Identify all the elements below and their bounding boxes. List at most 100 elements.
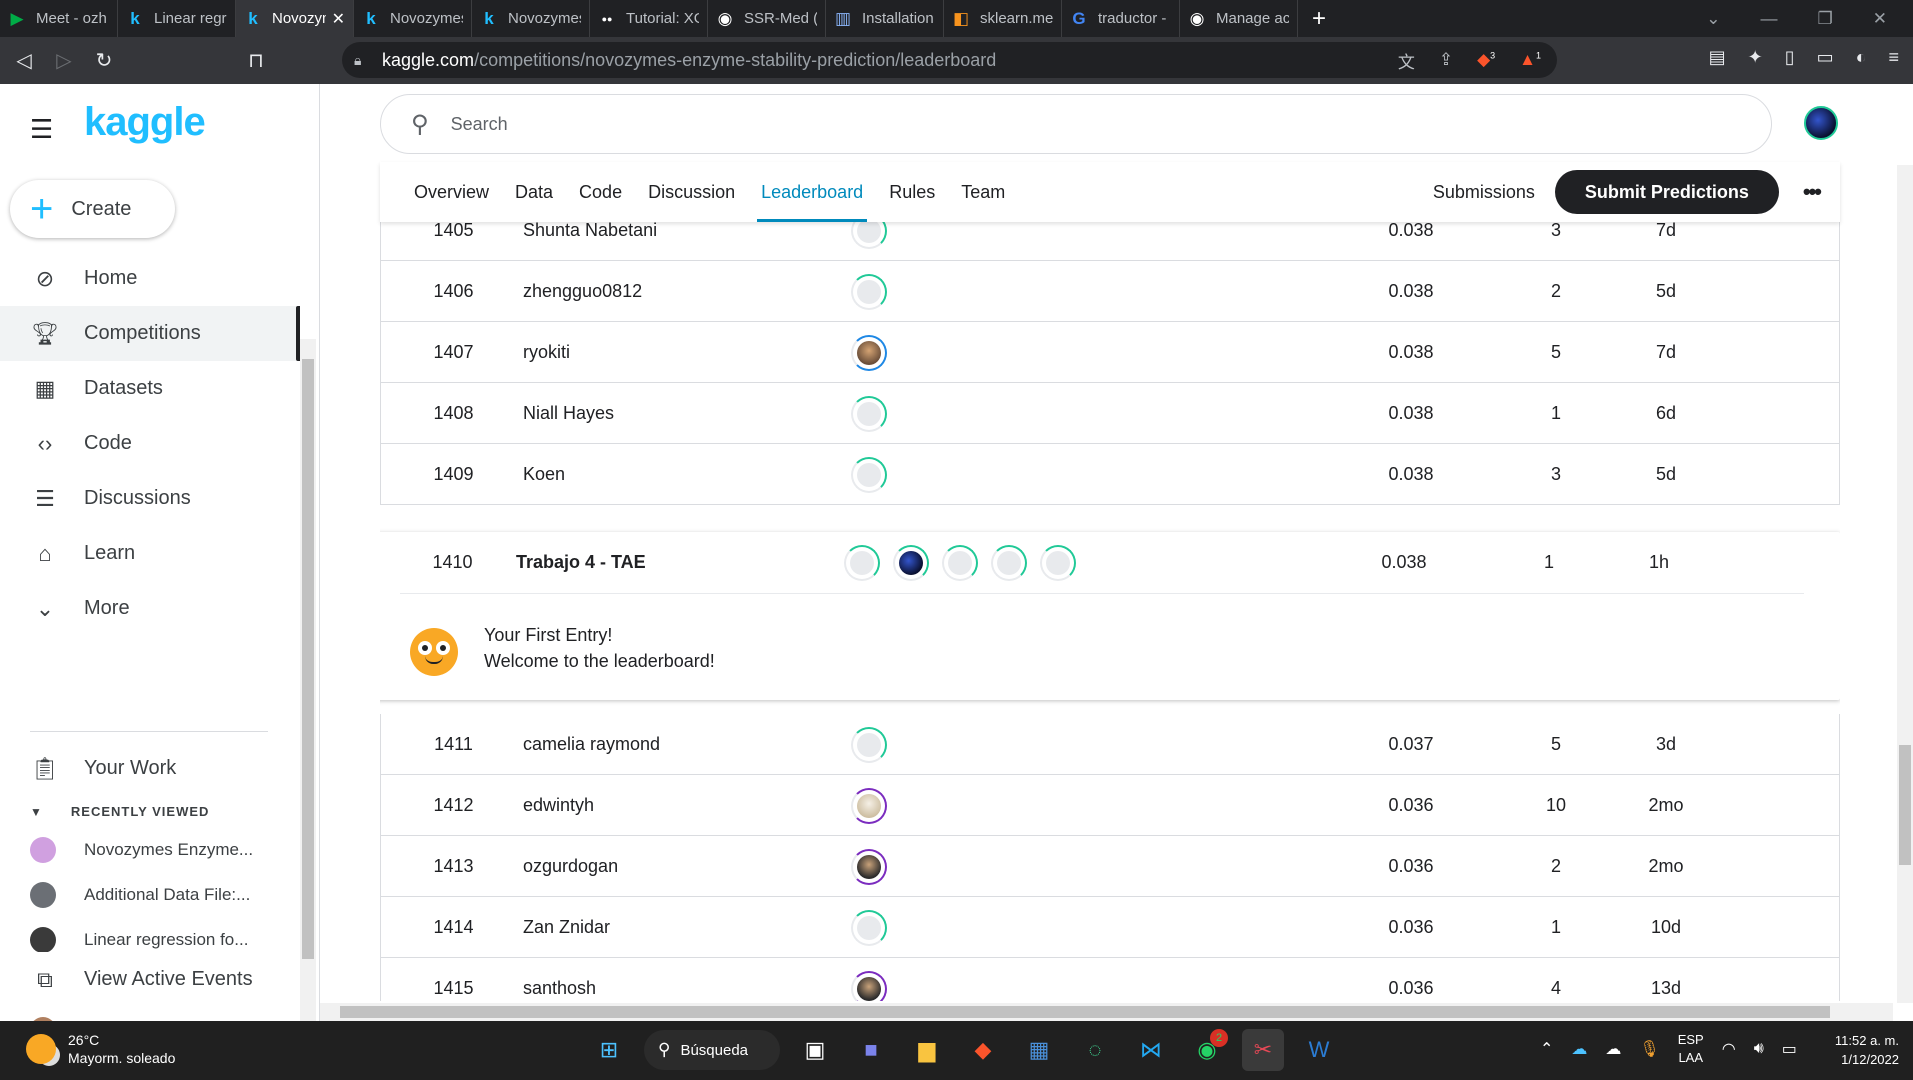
- member-avatar[interactable]: [851, 396, 887, 432]
- leaderboard-row[interactable]: 1415 santhosh 0.036 4 13d: [380, 958, 1840, 1001]
- member-avatar[interactable]: [1040, 545, 1076, 581]
- member-avatar[interactable]: [851, 335, 887, 371]
- recent-item[interactable]: Novozymes Enzyme...: [30, 827, 280, 872]
- leaderboard-row[interactable]: 1408 Niall Hayes 0.038 1 6d: [380, 383, 1840, 444]
- sidebar-item-discussions[interactable]: ☰ Discussions: [0, 471, 300, 526]
- tab-rules[interactable]: Rules: [889, 162, 935, 222]
- search-input[interactable]: [450, 113, 1351, 135]
- cloud-icon[interactable]: ☁: [1605, 1039, 1621, 1059]
- hamburger-menu-icon[interactable]: ☰: [30, 114, 53, 145]
- taskbar-search[interactable]: ⚲ Búsqueda: [644, 1030, 780, 1070]
- sidebar-scrollbar[interactable]: [300, 339, 316, 1039]
- sidebar-item-learn[interactable]: ⌂ Learn: [0, 526, 300, 581]
- maximize-icon[interactable]: ❐: [1818, 9, 1833, 29]
- url-field[interactable]: 🔒︎ kaggle.com/competitions/novozymes-enz…: [342, 42, 1557, 78]
- browser-tab[interactable]: ▶ Meet - ozh: [0, 0, 118, 37]
- volume-icon[interactable]: 🔊︎: [1754, 1040, 1764, 1058]
- submissions-link[interactable]: Submissions: [1433, 182, 1535, 203]
- task-view-icon[interactable]: ▣: [794, 1029, 836, 1071]
- reload-icon[interactable]: ↻: [84, 48, 124, 73]
- member-avatar[interactable]: [991, 545, 1027, 581]
- network-app-icon[interactable]: ▦: [1018, 1029, 1060, 1071]
- tab-data[interactable]: Data: [515, 162, 553, 222]
- browser-tab[interactable]: k Novozyme ✕: [236, 0, 354, 37]
- view-active-events[interactable]: ⧉ View Active Events: [0, 952, 300, 1007]
- back-icon[interactable]: ◁: [4, 48, 44, 73]
- leaderboard-row[interactable]: 1406 zhengguo0812 0.038 2 5d: [380, 261, 1840, 322]
- create-button[interactable]: + Create: [10, 180, 175, 238]
- member-avatar[interactable]: [851, 457, 887, 493]
- wallet-icon[interactable]: ▭: [1817, 47, 1834, 68]
- member-avatar[interactable]: [942, 545, 978, 581]
- member-avatar[interactable]: [851, 971, 887, 1001]
- bookmark-icon[interactable]: ⊓: [236, 48, 276, 73]
- brave-rewards-icon[interactable]: ▲1: [1519, 50, 1541, 70]
- team-name[interactable]: Niall Hayes: [523, 383, 614, 444]
- leaderboard-row[interactable]: 1413 ozgurdogan 0.036 2 2mo: [380, 836, 1840, 897]
- team-name[interactable]: Shunta Nabetani: [523, 222, 657, 261]
- team-name[interactable]: edwintyh: [523, 775, 594, 836]
- forward-icon[interactable]: ▷: [44, 48, 84, 73]
- browser-tab[interactable]: k Novozymes En: [472, 0, 590, 37]
- vscode-icon[interactable]: ⋈: [1130, 1029, 1172, 1071]
- member-avatar[interactable]: [893, 545, 929, 581]
- browser-tab[interactable]: Gtraductor - Bus: [1062, 0, 1180, 37]
- tab-team[interactable]: Team: [961, 162, 1005, 222]
- clock[interactable]: 11:52 a. m. 1/12/2022: [1835, 1031, 1899, 1069]
- recent-item[interactable]: Additional Data File:...: [30, 872, 280, 917]
- team-name[interactable]: Koen: [523, 444, 565, 505]
- submit-predictions-button[interactable]: Submit Predictions: [1554, 170, 1779, 214]
- page-scrollbar[interactable]: [1897, 165, 1913, 1003]
- reader-icon[interactable]: ▤: [1709, 47, 1726, 68]
- microphone-icon[interactable]: 🎙︎: [1639, 1039, 1659, 1059]
- sidebar-item-more[interactable]: ⌄ More: [0, 581, 300, 636]
- sidebar-item-home[interactable]: ⊘ Home: [0, 251, 300, 306]
- leaderboard-row[interactable]: 1405 Shunta Nabetani 0.038 3 7d: [380, 222, 1840, 261]
- member-avatar[interactable]: [851, 788, 887, 824]
- leaderboard-row[interactable]: 1407 ryokiti 0.038 5 7d: [380, 322, 1840, 383]
- member-avatar[interactable]: [851, 274, 887, 310]
- team-name[interactable]: Zan Znidar: [523, 897, 610, 958]
- tab-leaderboard[interactable]: Leaderboard: [757, 162, 868, 222]
- snipping-tool-icon[interactable]: ✂: [1242, 1029, 1284, 1071]
- teams-chat-icon[interactable]: ■: [850, 1029, 892, 1071]
- brave-shield-icon[interactable]: ◆3: [1477, 50, 1495, 70]
- leaderboard-row[interactable]: 1411 camelia raymond 0.037 5 3d: [380, 714, 1840, 775]
- recently-viewed-header[interactable]: ▼ RECENTLY VIEWED: [30, 804, 209, 819]
- browser-tab[interactable]: k Novozymes En: [354, 0, 472, 37]
- tab-search-icon[interactable]: ⌄: [1706, 9, 1720, 29]
- battery-icon[interactable]: ▭: [1782, 1039, 1797, 1059]
- member-avatar[interactable]: [851, 849, 887, 885]
- team-name[interactable]: santhosh: [523, 958, 596, 1001]
- menu-icon[interactable]: ≡: [1888, 47, 1899, 68]
- close-tab-icon[interactable]: ✕: [332, 9, 345, 29]
- member-avatar[interactable]: [851, 910, 887, 946]
- horizontal-scrollbar[interactable]: [320, 1003, 1893, 1021]
- chevron-up-icon[interactable]: ⌃: [1540, 1039, 1553, 1059]
- tab-discussion[interactable]: Discussion: [648, 162, 735, 222]
- team-name[interactable]: camelia raymond: [523, 714, 660, 775]
- new-tab-button[interactable]: +: [1298, 5, 1340, 33]
- onedrive-icon[interactable]: ☁: [1571, 1039, 1587, 1059]
- sidebar-item-code[interactable]: ‹› Code: [0, 416, 300, 471]
- team-name[interactable]: Trabajo 4 - TAE: [516, 532, 646, 593]
- brave-browser-icon[interactable]: ◆: [962, 1029, 1004, 1071]
- tab-overview[interactable]: Overview: [414, 162, 489, 222]
- my-team-row[interactable]: 1410 Trabajo 4 - TAE 0.038 1 1h: [380, 532, 1840, 593]
- user-avatar[interactable]: [1804, 106, 1838, 140]
- minimize-icon[interactable]: —: [1761, 9, 1778, 29]
- sidebar-item-your-work[interactable]: 📋︎ Your Work: [0, 741, 300, 796]
- file-explorer-icon[interactable]: ▆: [906, 1029, 948, 1071]
- profile-icon[interactable]: ◐: [1856, 47, 1867, 68]
- weather-widget[interactable]: 26°C Mayorm. soleado: [26, 1031, 175, 1067]
- browser-tab[interactable]: ◧ sklearn.metrics: [944, 0, 1062, 37]
- browser-tab[interactable]: k Linear regressi: [118, 0, 236, 37]
- browser-tab[interactable]: ◉ SSR-Med (SSR: [708, 0, 826, 37]
- member-avatar[interactable]: [844, 545, 880, 581]
- leaderboard-row[interactable]: 1414 Zan Znidar 0.036 1 10d: [380, 897, 1840, 958]
- language-indicator[interactable]: ESP LAA: [1678, 1031, 1704, 1067]
- translate-icon[interactable]: 文: [1398, 48, 1415, 73]
- sidebar-toggle-icon[interactable]: ▯: [1785, 47, 1795, 68]
- team-name[interactable]: ozgurdogan: [523, 836, 618, 897]
- leaderboard-row[interactable]: 1409 Koen 0.038 3 5d: [380, 444, 1840, 505]
